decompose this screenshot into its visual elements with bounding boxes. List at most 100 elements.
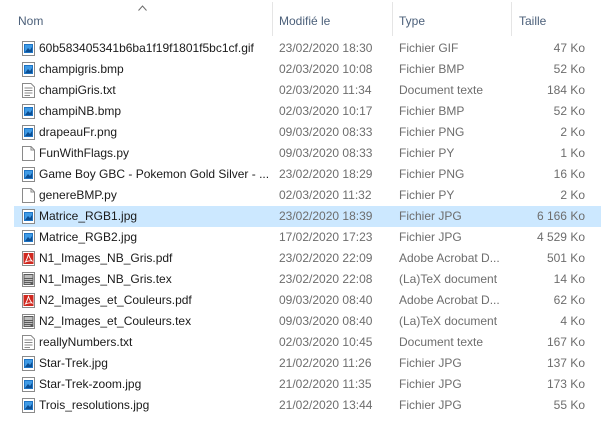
file-type: Adobe Acrobat D... (399, 251, 500, 265)
file-name: champigris.bmp (39, 62, 124, 76)
file-row[interactable]: drapeauFr.png 09/03/2020 08:33 Fichier PNG… (14, 122, 601, 143)
file-type: Fichier PNG (399, 125, 465, 139)
image-file-icon (22, 167, 35, 182)
file-type: Fichier BMP (399, 104, 465, 118)
image-file-icon (22, 398, 35, 413)
column-header-name[interactable]: Nom (18, 0, 268, 38)
file-type: (La)TeX document (399, 314, 498, 328)
file-size: 4 529 Ko (536, 230, 585, 244)
file-size: 47 Ko (553, 41, 585, 55)
file-name: Star-Trek-zoom.jpg (39, 377, 142, 391)
file-type: Fichier PY (399, 188, 455, 202)
file-type: (La)TeX document (399, 272, 498, 286)
file-row[interactable]: Trois_resolutions.jpg 21/02/2020 13:44 Fic… (14, 395, 601, 416)
file-row[interactable]: FunWithFlags.py 09/03/2020 08:33 Fichier P… (14, 143, 601, 164)
file-name: Matrice_RGB2.jpg (39, 230, 138, 244)
file-modified-date: 02/03/2020 10:08 (279, 62, 373, 76)
file-modified-date: 02/03/2020 11:32 (279, 188, 372, 202)
column-divider[interactable] (272, 2, 273, 36)
file-size: 55 Ko (553, 398, 585, 412)
file-name: drapeauFr.png (39, 125, 118, 139)
pdf-file-icon (22, 251, 35, 266)
text-file-icon (22, 335, 35, 350)
file-row[interactable]: champiNB.bmp 02/03/2020 10:17 Fichier BMP 5… (14, 101, 601, 122)
file-type: Fichier BMP (399, 62, 465, 76)
column-divider[interactable] (511, 2, 512, 36)
file-size: 6 166 Ko (536, 209, 585, 223)
file-size: 4 Ko (560, 314, 585, 328)
image-file-icon (22, 209, 35, 224)
file-name: N1_Images_NB_Gris.tex (39, 272, 172, 286)
column-header-bar: Nom Modifié le Type Taille (0, 0, 615, 38)
file-type: Document texte (399, 335, 484, 349)
file-modified-date: 21/02/2020 11:26 (279, 356, 372, 370)
file-row[interactable]: Matrice_RGB2.jpg 17/02/2020 17:23 Fichier … (14, 227, 601, 248)
file-row[interactable]: Star-Trek-zoom.jpg 21/02/2020 11:35 Fichie… (14, 374, 601, 395)
file-type: Fichier JPG (399, 209, 462, 223)
column-header-modified[interactable]: Modifié le (279, 0, 389, 38)
image-file-icon (22, 377, 35, 392)
file-type: Fichier GIF (399, 41, 459, 55)
file-row[interactable]: 60b583405341b6ba1f19f1801f5bc1cf.gif 23/0… (14, 38, 601, 59)
file-name: FunWithFlags.py (39, 146, 130, 160)
file-row[interactable]: genereBMP.py 02/03/2020 11:32 Fichier PY 2 … (14, 185, 601, 206)
column-header-type[interactable]: Type (399, 0, 504, 38)
file-row[interactable]: champiGris.txt 02/03/2020 11:34 Document t… (14, 80, 601, 101)
file-size: 501 Ko (546, 251, 585, 265)
file-size: 137 Ko (546, 356, 585, 370)
column-header-size[interactable]: Taille (519, 0, 599, 38)
file-size: 2 Ko (560, 125, 585, 139)
file-size: 167 Ko (546, 335, 585, 349)
file-type: Fichier JPG (399, 398, 462, 412)
image-file-icon (22, 356, 35, 371)
file-modified-date: 09/03/2020 08:33 (279, 146, 373, 160)
blank-file-icon (22, 146, 35, 161)
file-row[interactable]: N2_Images_et_Couleurs.pdf 09/03/2020 08:4… (14, 290, 601, 311)
file-row[interactable]: Game Boy GBC - Pokemon Gold Silver - ...… (14, 164, 601, 185)
file-size: 1 Ko (560, 146, 585, 160)
file-size: 16 Ko (553, 167, 585, 181)
file-name: champiNB.bmp (39, 104, 122, 118)
file-modified-date: 17/02/2020 17:23 (279, 230, 373, 244)
file-size: 52 Ko (553, 104, 585, 118)
blank-file-icon (22, 188, 35, 203)
file-name: N2_Images_et_Couleurs.tex (39, 314, 192, 328)
file-row[interactable]: champigris.bmp 02/03/2020 10:08 Fichier BM… (14, 59, 601, 80)
file-row[interactable]: N2_Images_et_Couleurs.tex 09/03/2020 08:4… (14, 311, 601, 332)
file-modified-date: 02/03/2020 10:17 (279, 104, 373, 118)
file-size: 62 Ko (553, 293, 585, 307)
file-modified-date: 09/03/2020 08:40 (279, 314, 373, 328)
file-size: 184 Ko (546, 83, 585, 97)
image-file-icon (22, 104, 35, 119)
file-type: Adobe Acrobat D... (399, 293, 500, 307)
image-file-icon (22, 41, 35, 56)
file-type: Document texte (399, 83, 484, 97)
file-type: Fichier JPG (399, 230, 462, 244)
file-name: genereBMP.py (39, 188, 117, 202)
file-type: Fichier PNG (399, 167, 465, 181)
image-file-icon (22, 125, 35, 140)
file-modified-date: 21/02/2020 11:35 (279, 377, 372, 391)
file-modified-date: 23/02/2020 18:29 (279, 167, 373, 181)
file-row[interactable]: Star-Trek.jpg 21/02/2020 11:26 Fichier JPG… (14, 353, 601, 374)
file-row[interactable]: Matrice_RGB1.jpg 23/02/2020 18:39 Fichier … (14, 206, 601, 227)
text-file-icon (22, 83, 35, 98)
file-size: 173 Ko (546, 377, 585, 391)
file-name: N1_Images_NB_Gris.pdf (39, 251, 173, 265)
file-name: Game Boy GBC - Pokemon Gold Silver - ... (39, 167, 269, 181)
file-modified-date: 02/03/2020 11:34 (279, 83, 372, 97)
file-name: champiGris.txt (39, 83, 116, 97)
file-name: N2_Images_et_Couleurs.pdf (39, 293, 192, 307)
file-name: 60b583405341b6ba1f19f1801f5bc1cf.gif (39, 41, 254, 55)
file-size: 14 Ko (553, 272, 585, 286)
column-divider[interactable] (392, 2, 393, 36)
file-row[interactable]: reallyNumbers.txt 02/03/2020 10:45 Documen… (14, 332, 601, 353)
file-name: Trois_resolutions.jpg (39, 398, 150, 412)
file-modified-date: 21/02/2020 13:44 (279, 398, 373, 412)
file-name: reallyNumbers.txt (39, 335, 133, 349)
file-row[interactable]: N1_Images_NB_Gris.pdf 23/02/2020 22:09 Ado… (14, 248, 601, 269)
file-size: 2 Ko (560, 188, 585, 202)
file-row[interactable]: N1_Images_NB_Gris.tex 23/02/2020 22:08 (La… (14, 269, 601, 290)
tex-file-icon (22, 272, 35, 287)
tex-file-icon (22, 314, 35, 329)
